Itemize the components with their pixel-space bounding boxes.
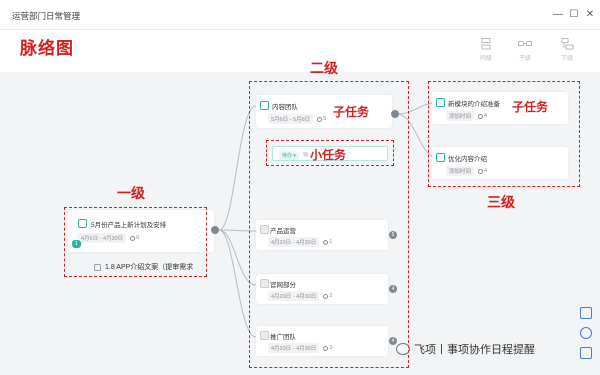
level2-label: 二级 <box>310 60 338 76</box>
watermark-text: 飞项丨事项协作日程提醒 <box>414 344 535 356</box>
subtask-label-a: 子任务 <box>333 105 370 119</box>
locate-icon[interactable] <box>580 327 592 339</box>
wechat-icon <box>396 343 410 355</box>
level2-annotation-box <box>249 81 409 368</box>
subtask-label-b: 子任务 <box>512 100 549 114</box>
level1-annotation-box <box>64 207 207 277</box>
watermark: 飞项丨事项协作日程提醒 <box>396 341 535 357</box>
layout-icon[interactable] <box>580 307 592 319</box>
level1-label: 一级 <box>117 185 145 201</box>
level3-annotation-box <box>428 81 580 187</box>
level3-label: 三级 <box>487 194 515 210</box>
collapse-toggle[interactable] <box>211 226 219 234</box>
small-task-label: 小任务 <box>310 148 347 162</box>
fit-icon[interactable] <box>580 347 592 359</box>
